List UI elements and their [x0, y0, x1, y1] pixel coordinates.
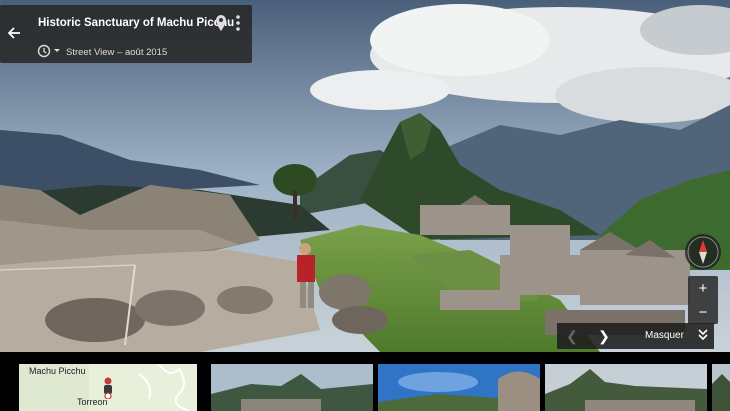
previous-button[interactable]: ❮: [563, 327, 581, 345]
map-label-machu-picchu: Machu Picchu: [29, 366, 86, 376]
more-options-button[interactable]: [233, 14, 243, 32]
compass-button[interactable]: [685, 234, 721, 270]
back-arrow-icon: [7, 27, 20, 39]
zoom-in-button[interactable]: +: [688, 276, 718, 300]
history-clock-icon: [37, 44, 51, 58]
imagery-date: Street View – août 2015: [66, 47, 168, 58]
map-pin-icon: [216, 15, 226, 31]
photo-strip: Machu Picchu Torreon: [0, 352, 730, 411]
chevrons-down-icon: [698, 329, 708, 341]
compass-icon: [687, 236, 719, 268]
photo-thumbnail[interactable]: [712, 364, 730, 411]
location-info-card: Historic Sanctuary of Machu Picchu Stree…: [0, 5, 252, 63]
more-vert-icon: [236, 15, 240, 31]
pegman-icon: [104, 377, 112, 399]
next-button[interactable]: ❯: [595, 327, 613, 345]
chevron-right-icon: ❯: [598, 327, 610, 344]
dropdown-arrow-icon: [54, 49, 60, 52]
photo-thumbnail[interactable]: [545, 364, 707, 411]
back-button[interactable]: [4, 23, 24, 43]
time-travel-button[interactable]: [37, 43, 61, 59]
map-pin-button[interactable]: [213, 14, 229, 32]
zoom-out-button[interactable]: −: [688, 300, 718, 324]
minimap-thumbnail[interactable]: Machu Picchu Torreon: [19, 364, 197, 411]
hide-strip-button[interactable]: Masquer: [645, 330, 684, 341]
photo-strip-controls: ❮ ❯ Masquer: [557, 323, 714, 349]
place-title[interactable]: Historic Sanctuary of Machu Picchu: [38, 17, 234, 29]
photo-thumbnail[interactable]: [378, 364, 540, 411]
chevron-left-icon: ❮: [566, 327, 578, 344]
zoom-controls: + −: [688, 276, 718, 324]
photo-thumbnail[interactable]: [211, 364, 373, 411]
collapse-strip-button[interactable]: [697, 328, 709, 342]
